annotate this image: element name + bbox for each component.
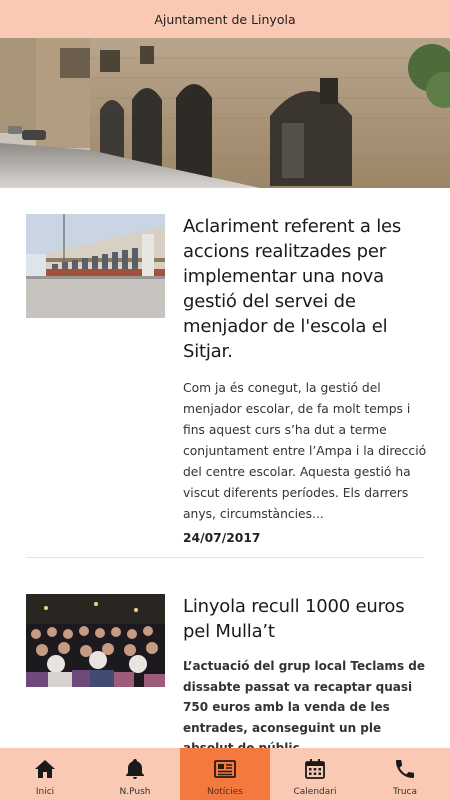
tab-label: Notícies bbox=[207, 787, 243, 797]
news-list[interactable]: Aclariment referent a les accions realit… bbox=[0, 188, 450, 748]
news-text[interactable]: Aclariment referent a les accions realit… bbox=[183, 214, 428, 545]
tab-noticies[interactable]: Notícies bbox=[180, 748, 270, 800]
newspaper-icon bbox=[214, 760, 236, 778]
tab-label: Inici bbox=[35, 787, 55, 797]
calendar-icon bbox=[305, 759, 325, 779]
app-title: Ajuntament de Linyola bbox=[154, 11, 296, 27]
app-header: Ajuntament de Linyola bbox=[0, 0, 450, 38]
bottom-tab-bar: Inici N.Push Notícies Calendari Truca bbox=[0, 748, 450, 800]
phone-icon bbox=[396, 760, 414, 778]
news-text[interactable]: Linyola recull 1000 euros pel Mulla’t L’… bbox=[183, 594, 428, 748]
news-title[interactable]: Linyola recull 1000 euros pel Mulla’t bbox=[183, 594, 428, 644]
audience-photo bbox=[26, 594, 165, 687]
news-thumbnail[interactable] bbox=[26, 214, 165, 318]
news-item[interactable]: Aclariment referent a les accions realit… bbox=[26, 214, 426, 545]
tab-label: N.Push bbox=[119, 787, 151, 797]
news-thumbnail[interactable] bbox=[26, 594, 165, 687]
town-hall-photo bbox=[0, 38, 450, 188]
tab-truca[interactable]: Truca bbox=[360, 748, 450, 800]
tab-npush[interactable]: N.Push bbox=[90, 748, 180, 800]
news-excerpt: Com ja és conegut, la gestió del menjado… bbox=[183, 381, 427, 521]
bell-icon bbox=[126, 759, 144, 779]
news-title[interactable]: Aclariment referent a les accions realit… bbox=[183, 214, 428, 364]
tab-calendari[interactable]: Calendari bbox=[270, 748, 360, 800]
news-date: 24/07/2017 bbox=[183, 531, 261, 545]
home-icon bbox=[35, 760, 55, 778]
news-item[interactable]: Linyola recull 1000 euros pel Mulla’t L’… bbox=[26, 594, 425, 748]
tab-label: Truca bbox=[392, 787, 418, 797]
news-excerpt: L’actuació del grup local Teclams de dis… bbox=[183, 659, 425, 748]
school-photo bbox=[26, 214, 165, 318]
hero-image bbox=[0, 38, 450, 188]
tab-label: Calendari bbox=[293, 787, 337, 797]
divider bbox=[26, 557, 424, 558]
tab-inici[interactable]: Inici bbox=[0, 748, 90, 800]
